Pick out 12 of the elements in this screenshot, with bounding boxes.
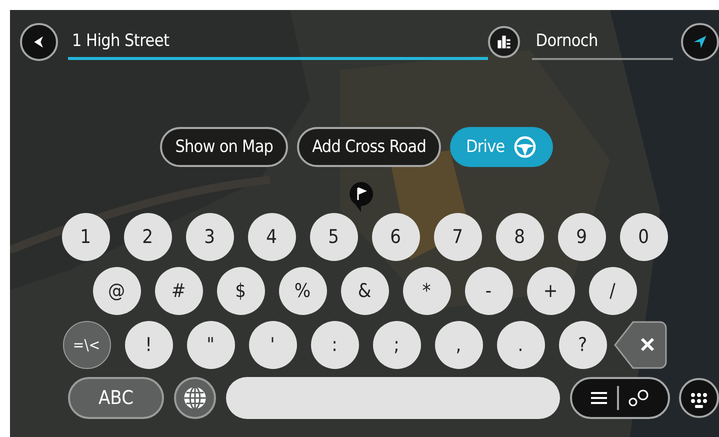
globe-icon xyxy=(182,385,208,411)
map-pin-icon xyxy=(348,181,374,213)
space-key[interactable] xyxy=(226,377,560,419)
list-map-toggle[interactable] xyxy=(570,377,670,419)
steering-wheel-icon xyxy=(512,135,537,159)
backspace-key[interactable] xyxy=(612,321,666,369)
action-button[interactable]: Show on Map xyxy=(160,127,288,167)
buildings-icon xyxy=(494,33,513,51)
street-field[interactable]: 1 High Street xyxy=(68,24,488,60)
city-field[interactable]: Dornoch xyxy=(532,24,673,60)
action-button[interactable]: Add Cross Road xyxy=(297,127,442,167)
abc-key[interactable]: ABC xyxy=(68,377,164,419)
